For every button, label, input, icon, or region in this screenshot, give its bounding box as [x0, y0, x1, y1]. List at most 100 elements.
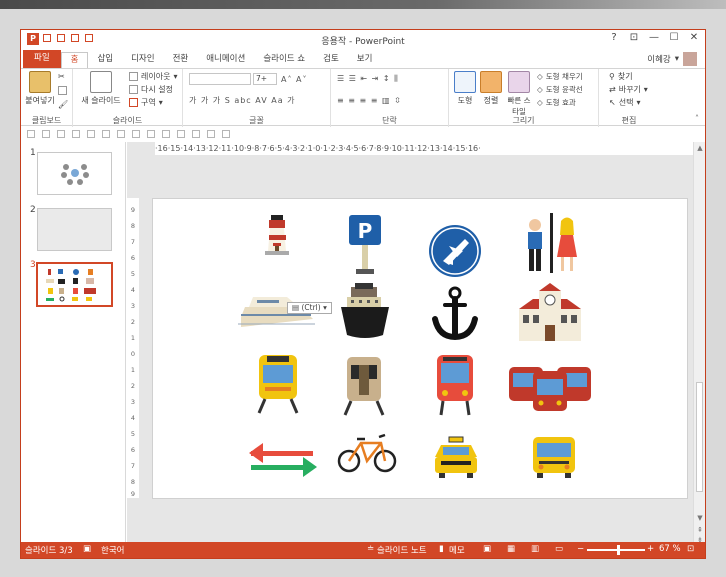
- shape-effects-button[interactable]: ◇ 도형 효과: [537, 97, 576, 108]
- comments-button[interactable]: 메모: [449, 544, 465, 556]
- shape-outline-button[interactable]: ◇ 도형 윤곽선: [537, 84, 583, 95]
- format-painter-button[interactable]: 🖌: [58, 100, 68, 109]
- tab-design[interactable]: 디자인: [122, 52, 163, 68]
- shape-fill-button[interactable]: ◇ 도형 채우기: [537, 71, 583, 82]
- parking-sign-icon[interactable]: P: [349, 215, 381, 274]
- maximize-button[interactable]: ☐: [667, 32, 681, 43]
- font-name-select[interactable]: [189, 73, 251, 85]
- quick-styles-button[interactable]: 빠른 스타일: [505, 71, 533, 117]
- close-button[interactable]: ✕: [687, 32, 701, 43]
- help-button[interactable]: ?: [607, 32, 621, 43]
- replace-button[interactable]: ⇄ 바꾸기 ▾: [609, 84, 648, 95]
- toolbar-button-8[interactable]: [132, 130, 140, 138]
- zoom-level[interactable]: 67 %: [659, 544, 681, 554]
- tab-transitions[interactable]: 전환: [164, 52, 198, 68]
- find-button[interactable]: ⚲ 찾기: [609, 71, 633, 82]
- slide-thumbnail-3[interactable]: [36, 262, 113, 307]
- font-format-buttons[interactable]: 가 가 가 S abc AV Aa 가: [189, 95, 296, 106]
- font-size-grow-shrink-icon[interactable]: A˄ A˅: [281, 75, 308, 84]
- tab-slideshow[interactable]: 슬라이드 쇼: [254, 52, 314, 68]
- font-size-select[interactable]: 7+: [253, 73, 277, 85]
- toolbar-button-5[interactable]: [87, 130, 95, 138]
- powerpoint-window: P 응용작 - PowerPoint ? ⊡ — ☐ ✕ 파일 홈 삽입 디자인…: [20, 29, 706, 559]
- school-bus-icon[interactable]: [533, 437, 575, 478]
- tram-icon[interactable]: [257, 355, 299, 414]
- restroom-sign-icon[interactable]: [528, 213, 577, 273]
- user-account[interactable]: 이혜강 ▾: [647, 52, 697, 66]
- section-button[interactable]: 구역 ▾: [129, 97, 163, 108]
- minimize-button[interactable]: —: [647, 32, 661, 43]
- airport-sign-icon[interactable]: [429, 225, 481, 277]
- normal-view-icon[interactable]: ▣: [483, 544, 491, 554]
- scroll-down-icon[interactable]: ▼: [694, 514, 705, 522]
- reading-view-icon[interactable]: ▥: [531, 544, 539, 554]
- anchor-icon[interactable]: [432, 286, 478, 341]
- toolbar-button-1[interactable]: [27, 130, 35, 138]
- ribbon-display-options-button[interactable]: ⊡: [627, 32, 641, 43]
- tab-file[interactable]: 파일: [23, 50, 61, 68]
- scroll-up-icon[interactable]: ▲: [694, 144, 705, 152]
- pen-icon: ◇: [537, 85, 543, 94]
- shape-outline-label: 도형 윤곽선: [545, 85, 583, 94]
- notes-button[interactable]: 슬라이드 노트: [377, 544, 427, 556]
- toolbar-button-2[interactable]: [42, 130, 50, 138]
- toolbar-button-14[interactable]: [222, 130, 230, 138]
- toolbar-button-7[interactable]: [117, 130, 125, 138]
- slide-canvas[interactable]: P: [152, 198, 688, 499]
- layout-button[interactable]: 레이아웃 ▾: [129, 71, 177, 82]
- taxi-icon[interactable]: [435, 436, 477, 478]
- bus-front-icon[interactable]: [437, 355, 473, 416]
- vertical-scrollbar[interactable]: ▲ ▼ ⇞ ⇟: [693, 142, 705, 544]
- editing-group-label: 편집: [621, 116, 637, 125]
- select-button[interactable]: ↖ 선택 ▾: [609, 97, 640, 108]
- toolbar-button-9[interactable]: [147, 130, 155, 138]
- scrollbar-thumb[interactable]: [696, 382, 703, 492]
- zoom-slider[interactable]: [587, 545, 645, 555]
- previous-slide-icon[interactable]: ⇞: [694, 526, 705, 534]
- zoom-in-icon[interactable]: +: [647, 544, 654, 554]
- spell-check-icon[interactable]: ▣: [83, 544, 91, 554]
- clipboard-group-label: 클립보드: [31, 116, 62, 125]
- tab-home[interactable]: 홈: [60, 52, 89, 68]
- tab-review[interactable]: 검토: [314, 52, 348, 68]
- toolbar-button-4[interactable]: [72, 130, 80, 138]
- toolbar-button-12[interactable]: [192, 130, 200, 138]
- lighthouse-icon[interactable]: [265, 215, 289, 255]
- station-building-icon[interactable]: [519, 283, 581, 341]
- list-buttons-icon[interactable]: ☰ ☰ ⇤ ⇥ ↕ ⫼: [337, 74, 399, 84]
- reset-button[interactable]: 다시 설정: [129, 84, 173, 95]
- collapse-ribbon-icon[interactable]: ˄: [695, 114, 699, 123]
- fit-slide-icon[interactable]: ⊡: [687, 544, 694, 554]
- reset-label: 다시 설정: [141, 85, 173, 94]
- cut-button[interactable]: ✂: [58, 72, 65, 81]
- toolbar-button-6[interactable]: [102, 130, 110, 138]
- arrange-button[interactable]: 정렬: [479, 71, 503, 106]
- slide-counter: 슬라이드 3/3: [25, 546, 73, 556]
- slide-thumbnail-2[interactable]: [37, 208, 112, 251]
- svg-text:9: 9: [131, 490, 135, 498]
- bicycle-icon[interactable]: [337, 433, 397, 473]
- double-decker-buses-icon[interactable]: [509, 367, 591, 411]
- paste-button[interactable]: 붙여넣기: [25, 71, 55, 106]
- slide-thumbnail-1[interactable]: [37, 152, 112, 195]
- slide-sorter-icon[interactable]: ▦: [507, 544, 515, 554]
- copy-button[interactable]: [58, 86, 67, 95]
- toolbar-button-13[interactable]: [207, 130, 215, 138]
- toolbar-button-11[interactable]: [177, 130, 185, 138]
- slideshow-view-icon[interactable]: ▭: [555, 544, 563, 554]
- transfer-arrows-icon[interactable]: [249, 443, 317, 477]
- paste-options-button[interactable]: ▤ (Ctrl) ▾: [287, 302, 332, 314]
- tab-insert[interactable]: 삽입: [88, 52, 122, 68]
- toolbar-button-10[interactable]: [162, 130, 170, 138]
- subway-icon[interactable]: [343, 357, 385, 416]
- toolbar-button-3[interactable]: [57, 130, 65, 138]
- align-buttons-icon[interactable]: ≡ ≡ ≡ ≡ ▥ ⇳: [337, 96, 402, 105]
- zoom-out-icon[interactable]: −: [577, 544, 584, 554]
- language-indicator[interactable]: 한국어: [101, 544, 124, 556]
- tab-animations[interactable]: 애니메이션: [197, 52, 254, 68]
- shapes-button[interactable]: 도형: [453, 71, 477, 106]
- tab-view[interactable]: 보기: [348, 52, 382, 68]
- zoom-slider-handle[interactable]: [617, 545, 620, 555]
- new-slide-button[interactable]: 새 슬라이드: [79, 71, 123, 106]
- ship-icon[interactable]: [341, 283, 389, 338]
